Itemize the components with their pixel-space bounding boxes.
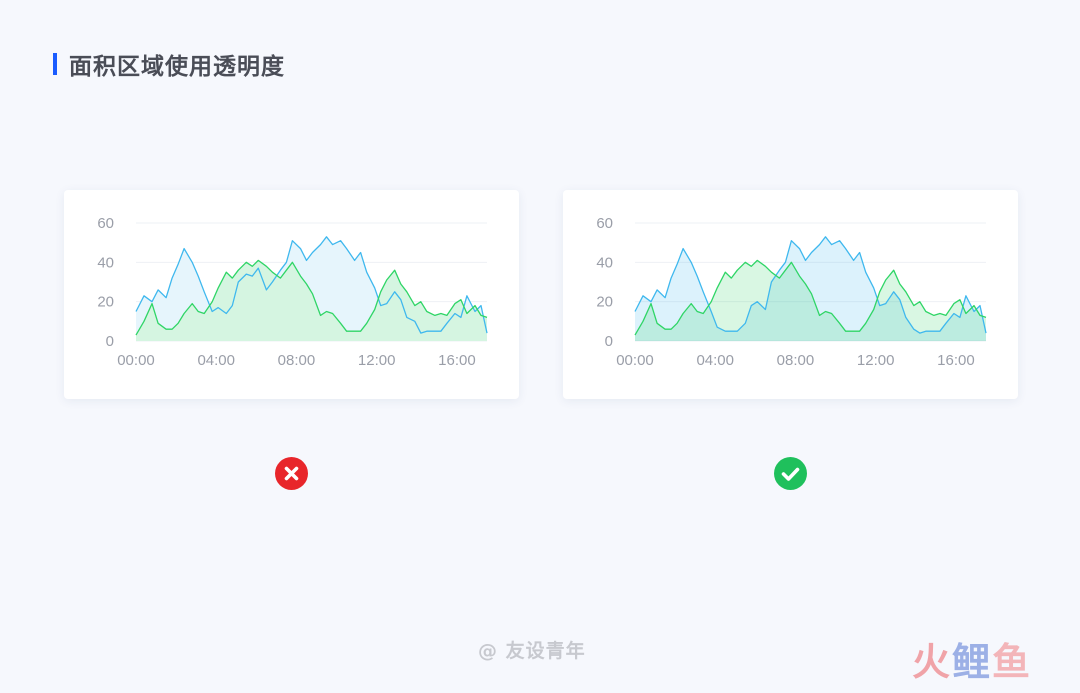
y-tick-label: 20 (97, 294, 114, 311)
right-badge (774, 457, 807, 490)
brand-logo: 火鲤鱼 (912, 643, 1032, 681)
x-tick-label: 04:00 (197, 352, 235, 369)
y-tick-label: 60 (596, 215, 613, 232)
area-chart-right: 60 40 20 000:00 04:00 08:00 12:00 16:00 (596, 215, 987, 369)
y-tick-label: 40 (596, 254, 613, 271)
x-tick-label: 12:00 (358, 352, 396, 369)
page-title: 面积区域使用透明度 (69, 54, 285, 80)
y-tick-label: 60 (97, 215, 114, 232)
chart-card-wrong: 60 40 20 0 00:00 04:00 08:00 12:00 16:00 (64, 190, 519, 399)
logo-char: 鲤 (952, 640, 993, 684)
check-icon (781, 467, 800, 481)
close-icon (284, 466, 299, 481)
y-tick-label: 20 (596, 294, 613, 311)
x-tick-label: 00:00 (117, 352, 155, 369)
logo-char: 火 (912, 640, 953, 684)
x-tick-label: 08:00 (278, 352, 316, 369)
section-heading: 面积区域使用透明度 (53, 50, 285, 80)
y-tick-label: 0 (106, 333, 114, 350)
x-tick-label: 12:00 (857, 352, 895, 369)
y-tick-label: 0 (605, 333, 613, 350)
logo-char: 鱼 (992, 640, 1033, 684)
chart-card-right: 60 40 20 0 00:00 04:00 08:00 12:00 16:00 (563, 190, 1018, 399)
accent-bar (53, 53, 57, 75)
x-tick-label: 16:00 (438, 352, 476, 369)
x-tick-label: 08:00 (777, 352, 815, 369)
area-chart-wrong: 60 40 20 000:00 04:00 08:00 12:00 16:00 (97, 215, 488, 369)
y-tick-label: 40 (97, 254, 114, 271)
x-tick-label: 00:00 (616, 352, 654, 369)
wrong-badge (275, 457, 308, 490)
x-tick-label: 04:00 (696, 352, 734, 369)
x-tick-label: 16:00 (937, 352, 975, 369)
credit-watermark: @ 友设青年 (478, 640, 586, 662)
